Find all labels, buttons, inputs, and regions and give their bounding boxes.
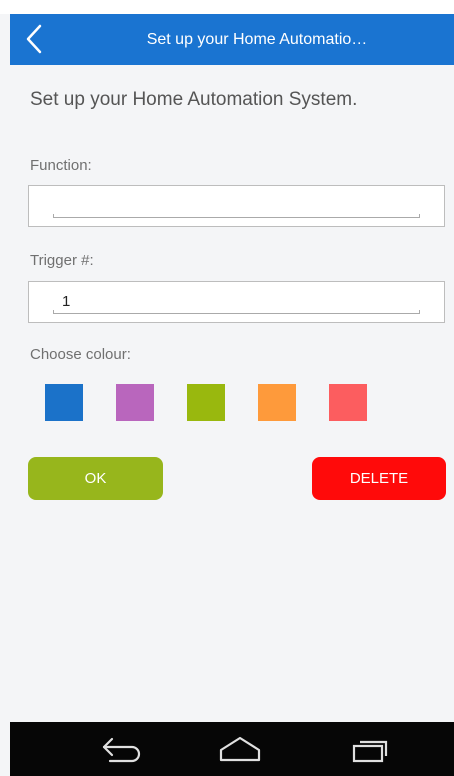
function-field bbox=[28, 185, 445, 227]
trigger-field bbox=[28, 281, 445, 323]
colour-label: Choose colour: bbox=[30, 346, 131, 363]
function-label: Function: bbox=[30, 157, 92, 174]
home-icon bbox=[219, 736, 261, 762]
recents-icon bbox=[352, 740, 388, 763]
main-content: Set up your Home Automation System. Func… bbox=[0, 65, 454, 722]
trigger-input-underline bbox=[53, 310, 420, 314]
nav-home-button[interactable] bbox=[198, 722, 278, 776]
colour-swatch-red[interactable] bbox=[329, 384, 367, 421]
back-button[interactable] bbox=[10, 14, 62, 65]
delete-button[interactable]: DELETE bbox=[312, 457, 446, 500]
status-bar-area bbox=[0, 0, 454, 14]
nav-back-button[interactable] bbox=[80, 722, 160, 776]
colour-swatch-orange[interactable] bbox=[258, 384, 296, 421]
nav-recents-button[interactable] bbox=[330, 722, 410, 776]
function-input-underline bbox=[53, 214, 420, 218]
chevron-left-icon bbox=[26, 24, 42, 54]
system-nav-bar bbox=[10, 722, 454, 776]
colour-swatch-purple[interactable] bbox=[116, 384, 154, 421]
ok-button[interactable]: OK bbox=[28, 457, 163, 500]
back-icon bbox=[102, 737, 141, 763]
app-bar-title: Set up your Home Automatio… bbox=[146, 31, 368, 48]
colour-swatch-blue[interactable] bbox=[45, 384, 83, 421]
page-heading: Set up your Home Automation System. bbox=[30, 89, 358, 110]
colour-swatch-green[interactable] bbox=[187, 384, 225, 421]
trigger-label: Trigger #: bbox=[30, 252, 94, 269]
app-bar: Set up your Home Automatio… bbox=[10, 14, 454, 65]
